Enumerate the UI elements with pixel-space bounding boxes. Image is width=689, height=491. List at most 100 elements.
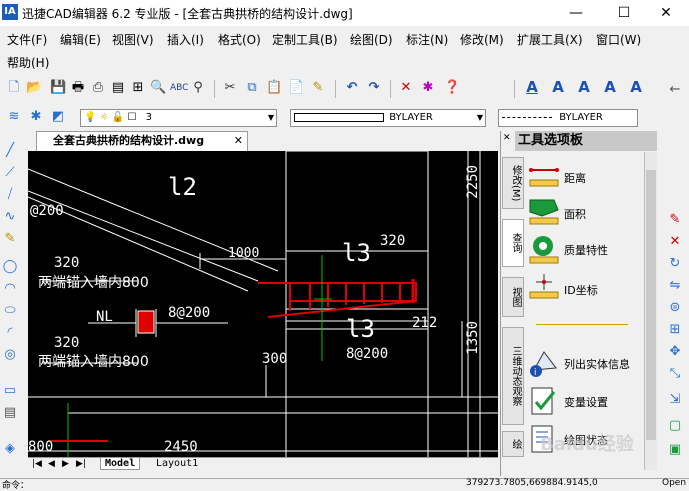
tab-draw[interactable]: 绘 [502,431,524,457]
print-icon[interactable]: 🖶 [70,80,86,96]
menu-format[interactable]: 格式(O) [218,31,261,48]
paste-special-icon[interactable]: 📄 [288,80,304,96]
spell-check-icon[interactable]: ABC [170,80,188,96]
close-icon[interactable]: ✕ [234,132,243,150]
region-icon[interactable]: ◈ [2,441,18,457]
menu-modify[interactable]: 修改(M) [460,31,504,48]
menu-window[interactable]: 窗口(W) [596,31,641,48]
tab-3d-orbit[interactable]: 三维动态观察 [502,327,524,425]
toolbar-separator [214,80,215,98]
plot-icon[interactable]: ▤ [110,80,126,96]
new-file-icon[interactable]: 🗋 [6,80,22,96]
text-scale-icon[interactable]: A [602,79,618,95]
tab-layout1[interactable]: Layout1 [152,458,202,469]
menu-custom-tools[interactable]: 定制工具(B) [272,31,338,48]
polyline-icon[interactable]: ⟋ [2,165,18,181]
hatch-icon[interactable]: ▤ [2,405,18,421]
tab-view[interactable]: 视图 [502,277,524,317]
first-layout-icon[interactable]: |◀ [32,459,42,469]
maximize-button[interactable]: ☐ [601,0,647,26]
palette-scroll-thumb[interactable] [646,170,656,440]
tab-model[interactable]: Model [100,458,141,470]
cut-icon[interactable]: ✂ [222,80,238,96]
text-edit-icon[interactable]: A [576,79,592,95]
palette-scrollbar[interactable] [644,152,657,470]
save-icon[interactable]: 💾 [50,80,66,96]
multiline-text-icon[interactable]: A [550,79,566,95]
command-prompt[interactable]: 命令： [2,478,29,491]
offset-icon[interactable]: ⊜ [667,300,683,316]
menu-dimension[interactable]: 标注(N) [406,31,448,48]
extend-icon[interactable]: ▣ [667,442,683,458]
back-arrow-icon[interactable]: ← [667,82,683,98]
linetype-dropdown[interactable]: BYLAYER ▼ [290,109,486,127]
help-icon[interactable]: ❓ [444,80,460,96]
trim-icon[interactable]: ▢ [667,418,683,434]
sketch-icon[interactable]: ✎ [2,231,18,247]
open-file-icon[interactable]: 📂 [26,80,42,96]
menu-draw[interactable]: 绘图(D) [350,31,393,48]
match-properties-icon[interactable]: ✎ [310,80,326,96]
construction-line-icon[interactable]: ⧸ [2,187,18,203]
text-style-icon[interactable]: A [524,79,540,95]
spline-icon[interactable]: ∿ [2,209,18,225]
menu-view[interactable]: 视图(V) [112,31,154,48]
label-anchor-top: 两端锚入墙内800 [38,275,149,291]
circle-icon[interactable]: ◯ [2,259,18,275]
layer-manager-icon[interactable]: ≋ [6,109,22,125]
menu-help[interactable]: 帮助(H) [7,54,49,71]
delete-icon[interactable]: ✕ [398,80,414,96]
line-icon[interactable]: ╱ [2,143,18,159]
prev-layout-icon[interactable]: ◀ [48,459,55,469]
publish-icon[interactable]: ⊞ [130,80,146,96]
undo-icon[interactable]: ↶ [344,80,360,96]
tool-area[interactable]: 面积 [528,198,586,228]
layer-dropdown[interactable]: 💡 ☼ 🔓 ☐ 3 ▼ [80,109,277,127]
menu-extend-tools[interactable]: 扩展工具(X) [517,31,583,48]
minimize-button[interactable]: — [553,0,599,26]
print-preview-icon[interactable]: ⎙ [90,80,106,96]
ellipse-icon[interactable]: ⬭ [2,303,18,319]
erase-icon[interactable]: ✎ [667,212,683,228]
tool-set-variable[interactable]: 变量设置 [528,386,608,416]
tool-list-entity[interactable]: i 列出实体信息 [528,348,630,378]
delete-entity-icon[interactable]: ✕ [667,234,683,250]
donut-icon[interactable]: ◎ [2,347,18,363]
lineweight-dropdown[interactable]: BYLAYER [498,109,638,127]
rectangle-icon[interactable]: ▭ [2,383,18,399]
tool-id-coordinate[interactable]: ID坐标 [528,274,598,304]
drawing-canvas[interactable]: l2 @200 320 两端锚入墙内800 NL 8@200 320 两端锚入墙… [28,151,498,457]
mirror-icon[interactable]: ⇋ [667,278,683,294]
redo-icon[interactable]: ↷ [366,80,382,96]
menu-edit[interactable]: 编辑(E) [60,31,101,48]
find-icon[interactable]: 🔍 [150,80,166,96]
move-icon[interactable]: ✥ [667,344,683,360]
palette-close-icon[interactable]: ✕ [503,133,513,143]
tab-query[interactable]: 查询 [502,219,524,267]
arc-icon[interactable]: ◠ [2,281,18,297]
layer-previous-icon[interactable]: ◩ [50,109,66,125]
ellipse-arc-icon[interactable]: ◜ [2,325,18,341]
tool-mass-properties[interactable]: 质量特性 [528,234,608,264]
palette-title: 工具选项板 [515,131,657,151]
close-button[interactable]: ✕ [643,0,689,26]
coordinate-readout: 379273.7805,669884.9145,0 [466,478,598,488]
tool-area-label: 面积 [564,208,586,221]
copy-icon[interactable]: ⧉ [244,80,260,96]
paste-icon[interactable]: 📋 [266,80,282,96]
next-layout-icon[interactable]: ▶ [62,459,69,469]
tab-modify[interactable]: 修改(M) [502,157,524,209]
stretch-icon[interactable]: ⇲ [667,392,683,408]
purge-icon[interactable]: ✱ [420,80,436,96]
array-icon[interactable]: ⊞ [667,322,683,338]
document-tab[interactable]: 全套古典拱桥的结构设计.dwg ✕ [36,131,248,151]
layer-state-icon[interactable]: ✱ [28,109,44,125]
rotate-icon[interactable]: ↻ [667,256,683,272]
text-justify-icon[interactable]: A [628,79,644,95]
menu-insert[interactable]: 插入(I) [167,31,204,48]
menu-file[interactable]: 文件(F) [7,31,47,48]
scale-icon[interactable]: ⤡ [667,366,683,382]
tool-distance[interactable]: 距离 [528,162,586,192]
binoculars-icon[interactable]: ⚲ [190,80,206,96]
last-layout-icon[interactable]: ▶| [76,459,86,469]
